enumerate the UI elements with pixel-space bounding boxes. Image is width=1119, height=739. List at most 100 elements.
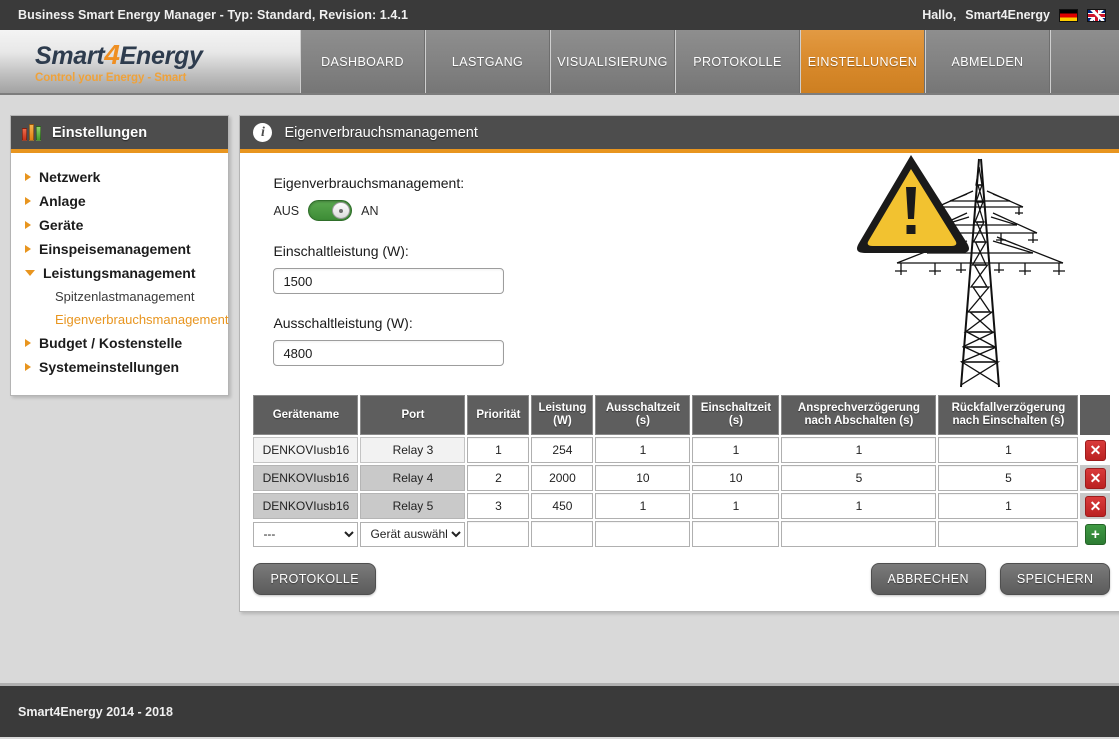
nav-item-einstellungen[interactable]: EINSTELLUNGEN xyxy=(800,30,925,93)
nav-item-protokolle[interactable]: PROTOKOLLE xyxy=(675,30,800,93)
ansprechverzoegerung-input[interactable] xyxy=(781,437,937,464)
protokolle-button[interactable]: PROTOKOLLE xyxy=(253,563,376,596)
device-select[interactable]: --- xyxy=(253,521,359,547)
new-ansprechverzoegerung-input[interactable] xyxy=(781,521,937,548)
ansprechverzoegerung-input[interactable] xyxy=(781,465,937,492)
toggle-on-label: AN xyxy=(361,203,379,218)
chevron-right-icon xyxy=(25,173,31,181)
prioritaet-input[interactable] xyxy=(467,437,530,464)
eigenverbrauchsmanagement-toggle[interactable] xyxy=(308,200,353,221)
einschaltzeit-input[interactable] xyxy=(692,493,780,520)
th-unit: nach Abschalten (s) xyxy=(804,415,914,428)
sidebar-item-geraete[interactable]: Geräte xyxy=(11,213,228,237)
info-icon: i xyxy=(253,123,273,142)
device-table: Gerätename Port Priorität Leistung (W) Au… xyxy=(251,393,1112,549)
sidebar-item-anlage[interactable]: Anlage xyxy=(11,189,228,213)
new-leistung-input[interactable] xyxy=(531,521,594,548)
cell-geraetename: DENKOVIusb16 xyxy=(253,437,359,464)
leistung-input[interactable] xyxy=(531,465,594,492)
port-value: Relay 5 xyxy=(360,493,466,520)
cell-ausschaltzeit xyxy=(595,521,691,548)
german-flag-icon[interactable] xyxy=(1059,8,1078,22)
cell-delete: ✕ xyxy=(1080,437,1110,463)
toggle-knob xyxy=(332,202,351,219)
sidebar-item-netzwerk[interactable]: Netzwerk xyxy=(11,165,228,189)
cell-rueckfallverzoegerung xyxy=(938,437,1079,464)
cell-port: Relay 3 xyxy=(360,437,466,464)
add-row-button[interactable]: + xyxy=(1084,523,1106,545)
leistung-input[interactable] xyxy=(531,493,594,520)
brand-logo[interactable]: Smart4Energy Control your Energy - Smart xyxy=(0,30,300,93)
chevron-right-icon xyxy=(25,197,31,205)
cell-prioritaet xyxy=(467,521,530,548)
delete-row-button[interactable]: ✕ xyxy=(1084,439,1106,461)
th-label: Gerätename xyxy=(272,408,340,421)
port-select[interactable]: Gerät auswähle xyxy=(360,521,466,547)
th-label: Einschaltzeit xyxy=(700,402,772,414)
cell-port-select: Gerät auswähle xyxy=(360,521,466,547)
einschaltzeit-input[interactable] xyxy=(692,465,780,492)
cell-rueckfallverzoegerung xyxy=(938,465,1079,492)
sidebar-item-leistungsmanagement[interactable]: Leistungsmanagement xyxy=(11,261,228,285)
cell-ansprechverzoegerung xyxy=(781,521,937,548)
th-label: Priorität xyxy=(476,408,521,421)
nav-item-abmelden[interactable]: ABMELDEN xyxy=(925,30,1050,93)
delete-row-button[interactable]: ✕ xyxy=(1084,495,1106,517)
th-unit: (s) xyxy=(635,415,650,428)
rueckfallverzoegerung-input[interactable] xyxy=(938,437,1079,464)
th-geraetename: Gerätename xyxy=(253,395,359,436)
cell-geraetename: DENKOVIusb16 xyxy=(253,465,359,492)
cell-port: Relay 4 xyxy=(360,465,466,492)
sidebar-menu: Netzwerk Anlage Geräte Einspeisemanageme… xyxy=(11,153,228,395)
new-einschaltzeit-input[interactable] xyxy=(692,521,780,548)
ausschaltzeit-input[interactable] xyxy=(595,493,691,520)
sidebar-item-budget-kostenstelle[interactable]: Budget / Kostenstelle xyxy=(11,331,228,355)
ansprechverzoegerung-input[interactable] xyxy=(781,493,937,520)
uk-flag-icon[interactable] xyxy=(1087,8,1106,22)
th-einschaltzeit: Einschaltzeit (s) xyxy=(692,395,780,436)
ausschaltleistung-input[interactable] xyxy=(273,340,505,366)
page-title: Eigenverbrauchsmanagement xyxy=(284,124,478,141)
cell-rueckfallverzoegerung xyxy=(938,521,1079,548)
prioritaet-input[interactable] xyxy=(467,465,530,492)
cell-ausschaltzeit xyxy=(595,437,691,464)
new-ausschaltzeit-input[interactable] xyxy=(595,521,691,548)
port-value: Relay 3 xyxy=(360,437,466,464)
delete-row-button[interactable]: ✕ xyxy=(1084,467,1106,489)
cell-ansprechverzoegerung xyxy=(781,493,937,520)
copyright-text: Smart4Energy 2014 - 2018 xyxy=(18,704,173,719)
leistung-input[interactable] xyxy=(531,437,594,464)
rueckfallverzoegerung-input[interactable] xyxy=(938,493,1079,520)
einschaltzeit-input[interactable] xyxy=(692,437,780,464)
sidebar-subitem-spitzenlastmanagement[interactable]: Spitzenlastmanagement xyxy=(11,285,228,308)
einschaltleistung-input[interactable] xyxy=(273,268,505,294)
new-rueckfallverzoegerung-input[interactable] xyxy=(938,521,1079,548)
cell-ansprechverzoegerung xyxy=(781,465,937,492)
cell-einschaltzeit xyxy=(692,493,780,520)
sidebar-item-label: Anlage xyxy=(39,193,86,209)
table-row: DENKOVIusb16 Relay 3 ✕ xyxy=(253,437,1110,464)
ausschaltzeit-input[interactable] xyxy=(595,465,691,492)
th-unit: (W) xyxy=(553,415,572,428)
cell-leistung xyxy=(531,465,594,492)
sidebar-item-systemeinstellungen[interactable]: Systemeinstellungen xyxy=(11,355,228,379)
nav-item-visualisierung[interactable]: VISUALISIERUNG xyxy=(550,30,675,93)
speichern-button[interactable]: SPEICHERN xyxy=(999,563,1111,596)
th-ansprechverzoegerung: Ansprechverzögerung nach Abschalten (s) xyxy=(781,395,937,436)
sidebar-item-einspeisemanagement[interactable]: Einspeisemanagement xyxy=(11,237,228,261)
th-prioritaet: Priorität xyxy=(467,395,530,436)
nav-item-lastgang[interactable]: LASTGANG xyxy=(425,30,550,93)
prioritaet-input[interactable] xyxy=(467,493,530,520)
page-body: Einstellungen Netzwerk Anlage Geräte Ein… xyxy=(0,95,1119,683)
port-value: Relay 4 xyxy=(360,465,466,492)
abbrechen-button[interactable]: ABBRECHEN xyxy=(870,563,986,596)
cell-ansprechverzoegerung xyxy=(781,437,937,464)
sidebar-subitem-eigenverbrauchsmanagement[interactable]: Eigenverbrauchsmanagement xyxy=(11,308,228,331)
cell-delete: ✕ xyxy=(1080,465,1110,491)
rueckfallverzoegerung-input[interactable] xyxy=(938,465,1079,492)
greeting-label: Hallo, xyxy=(922,8,957,22)
nav-item-dashboard[interactable]: DASHBOARD xyxy=(300,30,425,93)
cell-port: Relay 5 xyxy=(360,493,466,520)
ausschaltzeit-input[interactable] xyxy=(595,437,691,464)
new-prioritaet-input[interactable] xyxy=(467,521,530,548)
